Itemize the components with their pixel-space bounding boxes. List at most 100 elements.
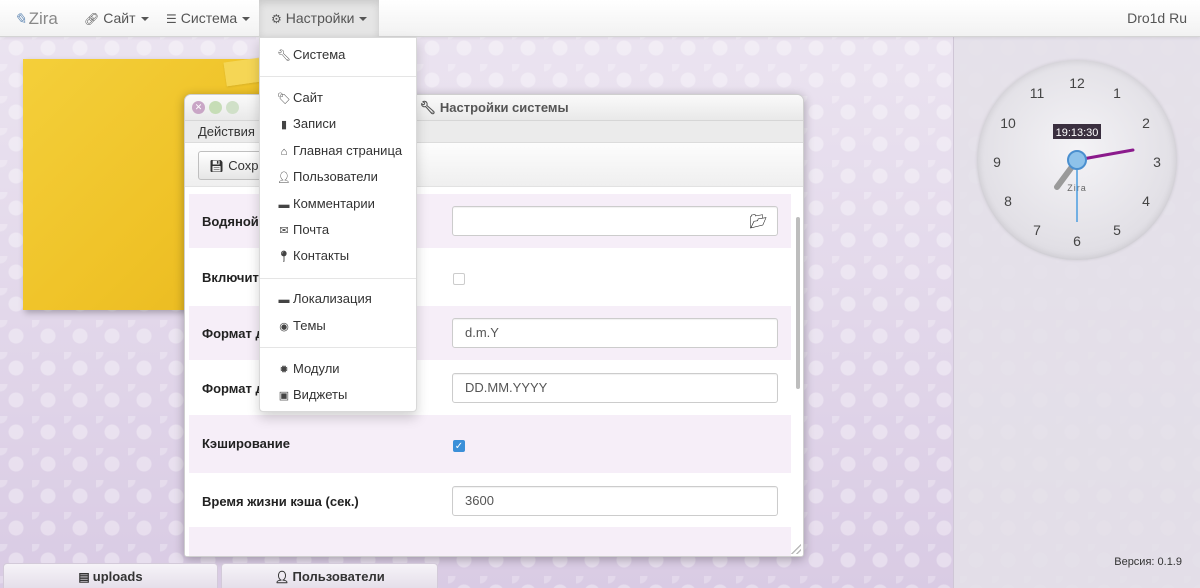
nav-menu-site[interactable]: 🔗︎ Сайт	[72, 0, 161, 37]
datepicker-format-input[interactable]: DD.MM.YYYY	[452, 373, 778, 403]
clock-number: 2	[1142, 115, 1150, 131]
watermark-file-input[interactable]: 📂︎	[452, 206, 778, 236]
form-row-next	[189, 527, 791, 556]
enable-checkbox[interactable]	[453, 273, 465, 285]
window-title-text: Настройки системы	[439, 100, 569, 115]
caret-down-icon	[359, 17, 368, 22]
nav-menu-system-label: Система	[180, 10, 238, 26]
menu-item-label: Темы	[293, 318, 326, 333]
cache-lifetime-input[interactable]: 3600	[452, 486, 778, 516]
caching-checkbox[interactable]: ✓	[453, 440, 465, 452]
user-icon: 👤︎	[277, 172, 291, 184]
menu-item-site[interactable]: 🏷︎ Сайт	[260, 87, 416, 109]
menu-item-records[interactable]: ▮ Записи	[260, 113, 416, 135]
nav-menu-settings-label: Настройки	[285, 10, 355, 26]
menu-item-label: Локализация	[293, 291, 372, 306]
form-label-cache-lifetime: Время жизни кэша (сек.)	[202, 494, 359, 509]
home-icon: ⌂	[280, 146, 288, 158]
menu-item-label: Виджеты	[293, 387, 348, 402]
leaf-icon: ✎	[14, 11, 27, 28]
menu-item-widgets[interactable]: ▣ Виджеты	[260, 384, 416, 406]
taskbar-tab-label: uploads	[92, 569, 143, 584]
nav-menu-settings[interactable]: ⚙ Настройки	[259, 0, 380, 37]
menu-item-contacts[interactable]: 📍︎ Контакты	[260, 245, 416, 267]
floppy-disk-icon: 💾︎	[209, 159, 225, 173]
menu-item-label: Контакты	[293, 248, 350, 263]
clock-number: 4	[1142, 193, 1150, 209]
taskbar-tab-label: Пользователи	[292, 569, 385, 584]
clock-number: 10	[1000, 115, 1016, 131]
widget-icon: ▣	[278, 390, 290, 402]
tag-icon: 🏷︎	[277, 93, 291, 105]
menu-item-system[interactable]: 🔧︎ Система	[260, 44, 416, 66]
menu-item-label: Почта	[293, 222, 330, 237]
user-icon: 👤︎	[274, 570, 290, 584]
hdd-icon: ▤	[78, 570, 90, 584]
map-marker-icon: 📍︎	[277, 251, 291, 263]
form-label-enable: Включить	[202, 270, 267, 285]
folder-open-icon[interactable]: 📂︎	[749, 207, 767, 235]
digital-time: 19:13:30	[1056, 127, 1099, 139]
nav-menu-site-label: Сайт	[103, 10, 136, 26]
taskbar-tab-users[interactable]: 👤︎ Пользователи	[221, 563, 438, 588]
envelope-icon: ✉	[279, 225, 289, 237]
form-label-caching: Кэширование	[202, 436, 290, 451]
wrench-icon: 🔧︎	[419, 100, 436, 115]
clock-number: 7	[1033, 222, 1041, 238]
menu-item-themes[interactable]: ◉ Темы	[260, 315, 416, 337]
clock-number: 5	[1113, 222, 1121, 238]
menu-item-label: Пользователи	[293, 169, 378, 184]
form-label-watermark: Водяной	[202, 214, 259, 229]
menu-item-label: Комментарии	[293, 196, 375, 211]
window-resize-grip[interactable]	[791, 544, 801, 554]
version-label: Версия: 0.1.9	[1114, 556, 1182, 568]
menu-item-home-page[interactable]: ⌂ Главная страница	[260, 140, 416, 162]
brand-name: Zira	[28, 9, 58, 28]
form-scrollbar[interactable]	[796, 217, 800, 389]
clock-center-cap	[1067, 150, 1087, 170]
link-icon: 🔗︎	[84, 12, 100, 26]
clock-number: 8	[1004, 193, 1012, 209]
file-icon: ▮	[280, 119, 288, 131]
form-row-caching: Кэширование ✓	[189, 415, 791, 473]
menu-item-label: Главная страница	[293, 143, 403, 158]
taskbar-tab-uploads[interactable]: ▤ uploads	[3, 563, 218, 588]
eye-icon: ◉	[279, 321, 289, 333]
clock-face: 12 1 2 3 4 5 6 7 8 9 10 11 19:13:30 Zira	[993, 75, 1161, 249]
menu-item-mail[interactable]: ✉ Почта	[260, 219, 416, 241]
menu-item-comments[interactable]: ▬ Комментарии	[260, 193, 416, 215]
clock-number: 11	[1030, 85, 1045, 101]
clock-number: 3	[1153, 154, 1161, 170]
caret-down-icon	[242, 17, 251, 22]
server-icon: ☰	[166, 12, 177, 26]
menu-item-label: Записи	[293, 116, 337, 131]
caret-down-icon	[140, 17, 149, 22]
comment-icon: ▬	[278, 199, 290, 211]
nav-menu-system[interactable]: ☰ Система	[154, 0, 262, 37]
comment-icon: ▬	[278, 294, 290, 306]
clock-number: 9	[993, 154, 1001, 170]
menu-divider	[260, 347, 416, 348]
menu-item-localization[interactable]: ▬ Локализация	[260, 288, 416, 310]
top-navbar: ✎ Zira 🔗︎ Сайт ☰ Система ⚙ Настройки Dro1d R…	[0, 0, 1200, 37]
menu-item-users[interactable]: 👤︎ Пользователи	[260, 166, 416, 188]
brand-logo[interactable]: ✎ Zira	[14, 0, 58, 37]
sticky-note-tape	[223, 57, 263, 87]
clock-number: 12	[1069, 75, 1085, 91]
nav-user-menu[interactable]: Dro1d Ru	[1114, 0, 1200, 37]
form-row-cache-lifetime: Время жизни кэша (сек.) 3600	[189, 473, 791, 527]
menu-divider	[260, 76, 416, 77]
actions-menu[interactable]: Действия	[198, 121, 255, 143]
clock-number: 6	[1073, 233, 1081, 249]
settings-dropdown-menu: 🔧︎ Система 🏷︎ Сайт ▮ Записи ⌂ Главная страни…	[259, 37, 417, 412]
menu-item-modules[interactable]: ✹ Модули	[260, 358, 416, 380]
menu-item-label: Сайт	[293, 90, 323, 105]
analog-clock-widget[interactable]: 12 1 2 3 4 5 6 7 8 9 10 11 19:13:30 Zira	[977, 60, 1177, 260]
menu-divider	[260, 278, 416, 279]
form-label-date-format: Формат д	[202, 326, 264, 341]
clock-number: 1	[1113, 85, 1121, 101]
certificate-icon: ✹	[279, 364, 289, 376]
gear-icon: ⚙	[271, 12, 282, 26]
wrench-icon: 🔧︎	[277, 50, 291, 62]
date-format-input[interactable]: d.m.Y	[452, 318, 778, 348]
